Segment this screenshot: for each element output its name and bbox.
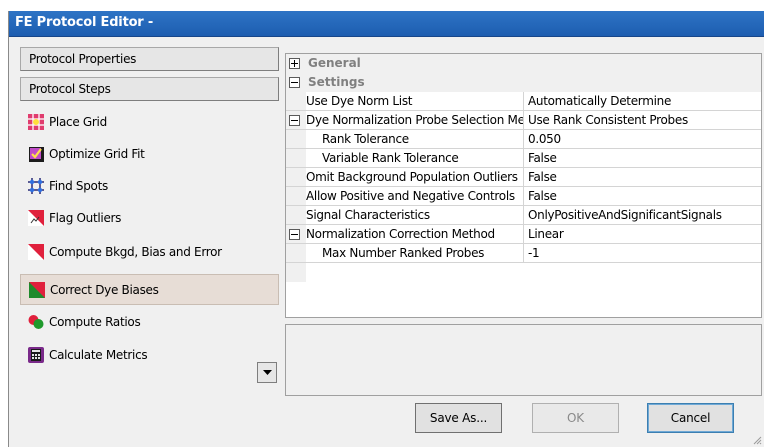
steps-dropdown-button[interactable] — [257, 362, 277, 383]
step-label: Compute Bkgd, Bias and Error — [49, 245, 222, 259]
step-find-spots[interactable]: Find Spots — [20, 171, 279, 201]
ok-button[interactable]: OK — [532, 403, 619, 433]
property-value[interactable]: Linear — [526, 225, 760, 243]
property-value[interactable]: False — [526, 168, 760, 186]
window-title: FE Protocol Editor - — [15, 15, 154, 30]
step-correct-dye-biases[interactable]: Correct Dye Biases — [20, 274, 279, 305]
step-label: Place Grid — [49, 115, 107, 129]
property-value[interactable]: 0.050 — [526, 130, 760, 148]
step-flag-outliers[interactable]: Flag Outliers — [20, 203, 279, 233]
compute-ratios-icon — [28, 315, 44, 329]
compute-bkgd-icon — [28, 244, 44, 260]
step-label: Flag Outliers — [49, 211, 122, 225]
property-value[interactable]: Automatically Determine — [526, 92, 760, 110]
save-as-button[interactable]: Save As... — [415, 403, 502, 433]
property-row[interactable]: Max Number Ranked Probes -1 — [286, 244, 761, 263]
find-spots-icon — [28, 178, 44, 194]
category-label: Settings — [308, 75, 365, 89]
chevron-down-icon — [262, 369, 272, 375]
property-value[interactable]: False — [526, 187, 760, 205]
category-settings[interactable]: Settings — [286, 73, 761, 92]
property-name: Rank Tolerance — [306, 130, 524, 148]
property-value[interactable]: False — [526, 149, 760, 167]
property-value[interactable]: -1 — [526, 244, 760, 262]
property-name: Omit Background Population Outliers — [306, 168, 524, 186]
cancel-button[interactable]: Cancel — [647, 403, 734, 433]
property-row[interactable]: Omit Background Population Outliers Fals… — [286, 168, 761, 187]
protocol-steps-button[interactable]: Protocol Steps — [20, 77, 279, 101]
step-label: Find Spots — [49, 179, 108, 193]
place-grid-icon — [28, 114, 44, 130]
property-row[interactable]: Dye Normalization Probe Selection Method… — [286, 111, 761, 130]
property-row[interactable]: Rank Tolerance 0.050 — [286, 130, 761, 149]
property-name: Allow Positive and Negative Controls — [306, 187, 524, 205]
step-calculate-metrics[interactable]: Calculate Metrics — [20, 340, 279, 370]
step-compute-ratios[interactable]: Compute Ratios — [20, 307, 279, 337]
property-row[interactable]: Use Dye Norm List Automatically Determin… — [286, 92, 761, 111]
property-value[interactable]: OnlyPositiveAndSignificantSignals — [526, 206, 760, 224]
property-row[interactable]: Allow Positive and Negative Controls Fal… — [286, 187, 761, 206]
collapse-minus-icon[interactable] — [289, 229, 300, 240]
property-description-panel — [285, 324, 762, 396]
property-row[interactable]: Variable Rank Tolerance False — [286, 149, 761, 168]
property-name: Dye Normalization Probe Selection Method — [306, 111, 524, 129]
property-row[interactable]: Normalization Correction Method Linear — [286, 225, 761, 244]
property-value[interactable]: Use Rank Consistent Probes — [526, 111, 760, 129]
correct-dye-biases-icon — [29, 281, 45, 298]
step-label: Calculate Metrics — [49, 348, 148, 362]
title-bar[interactable]: FE Protocol Editor - — [9, 11, 764, 37]
expand-plus-icon[interactable] — [289, 58, 300, 69]
property-name: Use Dye Norm List — [306, 92, 524, 110]
optimize-grid-fit-icon — [29, 147, 44, 162]
property-name: Variable Rank Tolerance — [306, 149, 524, 167]
collapse-minus-icon[interactable] — [289, 77, 300, 88]
protocol-properties-button[interactable]: Protocol Properties — [20, 47, 279, 71]
step-label: Optimize Grid Fit — [49, 147, 145, 161]
flag-outliers-icon — [28, 210, 44, 226]
property-name: Max Number Ranked Probes — [306, 244, 524, 262]
resize-grip-icon[interactable] — [752, 435, 762, 445]
step-place-grid[interactable]: Place Grid — [20, 107, 279, 137]
collapse-minus-icon[interactable] — [289, 115, 300, 126]
property-name: Normalization Correction Method — [306, 225, 524, 243]
category-general[interactable]: General — [286, 54, 761, 73]
step-label: Correct Dye Biases — [50, 282, 159, 297]
property-row[interactable]: Signal Characteristics OnlyPositiveAndSi… — [286, 206, 761, 225]
step-optimize-grid-fit[interactable]: Optimize Grid Fit — [20, 139, 279, 169]
fe-protocol-editor-window: FE Protocol Editor - Protocol Properties… — [8, 11, 764, 447]
calculate-metrics-icon — [28, 347, 44, 363]
step-label: Compute Ratios — [49, 315, 141, 329]
property-name: Signal Characteristics — [306, 206, 524, 224]
property-grid: General Settings Use Dye Norm List Autom… — [285, 53, 762, 318]
step-compute-bkgd-bias-error[interactable]: Compute Bkgd, Bias and Error — [20, 237, 279, 267]
category-label: General — [308, 56, 361, 70]
protocol-steps-panel: Protocol Properties Protocol Steps Place… — [9, 37, 279, 397]
